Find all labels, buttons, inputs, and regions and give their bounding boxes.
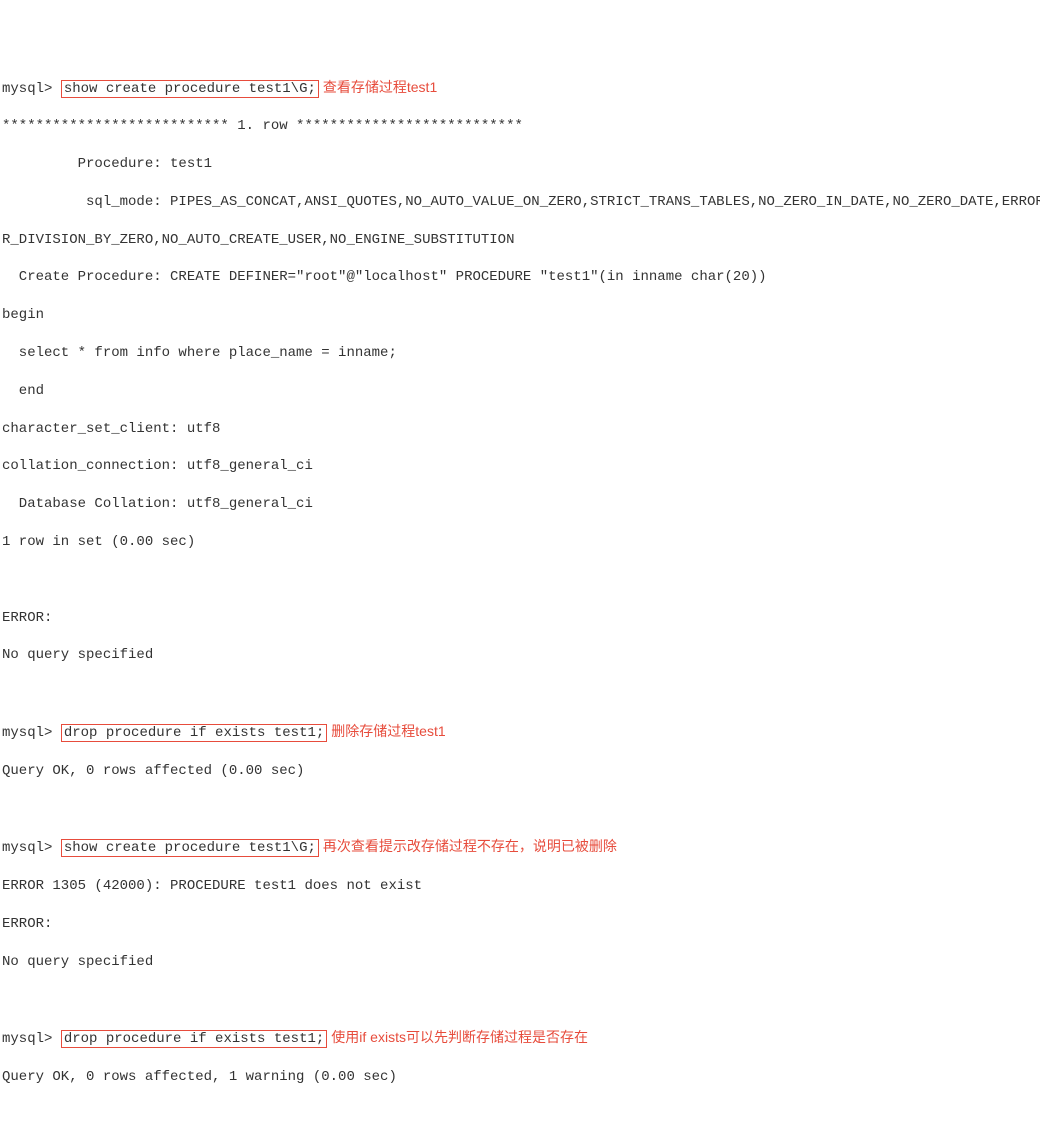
blank-line bbox=[2, 684, 1038, 703]
blank-line bbox=[2, 799, 1038, 818]
query-ok-warning: Query OK, 0 rows affected, 1 warning (0.… bbox=[2, 1068, 1038, 1087]
command-2: drop procedure if exists test1; bbox=[61, 724, 327, 742]
error-label: ERROR: bbox=[2, 915, 1038, 934]
database-collation: Database Collation: utf8_general_ci bbox=[2, 495, 1038, 514]
cmd-line-1[interactable]: mysql> show create procedure test1\G;查看存… bbox=[2, 78, 1038, 99]
query-ok: Query OK, 0 rows affected (0.00 sec) bbox=[2, 762, 1038, 781]
command-4: drop procedure if exists test1; bbox=[61, 1030, 327, 1048]
command-1: show create procedure test1\G; bbox=[61, 80, 319, 98]
create-procedure-line: Create Procedure: CREATE DEFINER="root"@… bbox=[2, 268, 1038, 287]
no-query-specified: No query specified bbox=[2, 953, 1038, 972]
no-query-specified: No query specified bbox=[2, 646, 1038, 665]
sqlmode-line2: R_DIVISION_BY_ZERO,NO_AUTO_CREATE_USER,N… bbox=[2, 231, 1038, 250]
procedure-label: Procedure: test1 bbox=[2, 155, 1038, 174]
mysql-prompt: mysql> bbox=[2, 840, 52, 856]
cmd-line-3[interactable]: mysql> show create procedure test1\G;再次查… bbox=[2, 837, 1038, 858]
collation-connection: collation_connection: utf8_general_ci bbox=[2, 457, 1038, 476]
mysql-prompt: mysql> bbox=[2, 1031, 52, 1047]
body-end: end bbox=[2, 382, 1038, 401]
row-separator: *************************** 1. row *****… bbox=[2, 117, 1038, 136]
cmd-line-4[interactable]: mysql> drop procedure if exists test1;使用… bbox=[2, 1028, 1038, 1049]
error-label: ERROR: bbox=[2, 609, 1038, 628]
annotation-1: 查看存储过程test1 bbox=[323, 79, 437, 95]
cmd-line-2[interactable]: mysql> drop procedure if exists test1;删除… bbox=[2, 722, 1038, 743]
rows-in-set: 1 row in set (0.00 sec) bbox=[2, 533, 1038, 552]
blank-line bbox=[2, 990, 1038, 1009]
sqlmode-line1: sql_mode: PIPES_AS_CONCAT,ANSI_QUOTES,NO… bbox=[2, 193, 1038, 212]
body-select: select * from info where place_name = in… bbox=[2, 344, 1038, 363]
annotation-3: 再次查看提示改存储过程不存在，说明已被删除 bbox=[323, 838, 617, 854]
command-3: show create procedure test1\G; bbox=[61, 839, 319, 857]
body-begin: begin bbox=[2, 306, 1038, 325]
annotation-4: 使用if exists可以先判断存储过程是否存在 bbox=[331, 1029, 588, 1045]
blank-line bbox=[2, 1106, 1038, 1125]
charset-client: character_set_client: utf8 bbox=[2, 420, 1038, 439]
annotation-2: 删除存储过程test1 bbox=[331, 723, 445, 739]
blank-line bbox=[2, 571, 1038, 590]
mysql-prompt: mysql> bbox=[2, 725, 52, 741]
mysql-prompt: mysql> bbox=[2, 81, 52, 97]
error-1305-1: ERROR 1305 (42000): PROCEDURE test1 does… bbox=[2, 877, 1038, 896]
